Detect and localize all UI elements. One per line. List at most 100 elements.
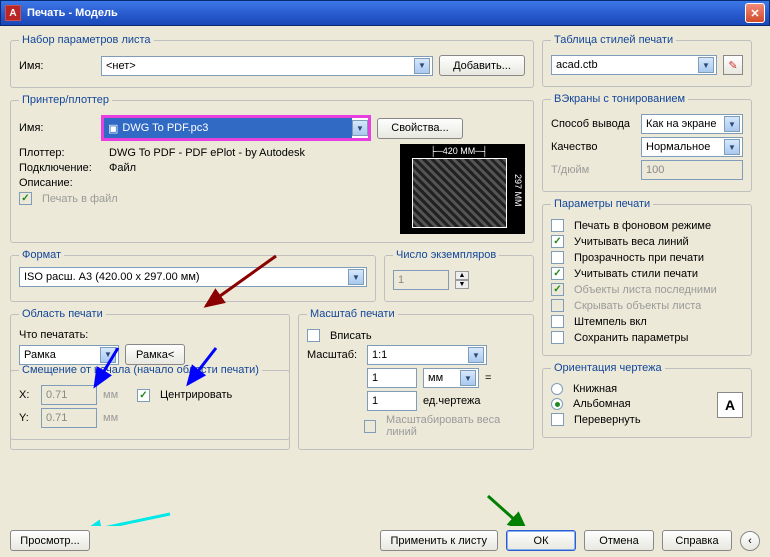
drawing-units-label: ед.чертежа (423, 395, 480, 407)
shaded-viewport-group: ВЭкраны с тонированием Способ вывода Как… (542, 93, 752, 192)
scale-select[interactable]: 1:1 ▼ (367, 345, 487, 365)
port-label: Подключение: (19, 162, 103, 174)
paper-preview: ├─420 MM─┤ 297 MM (400, 144, 525, 234)
fit-to-paper-label: Вписать (330, 330, 372, 342)
scale-unit-select[interactable]: мм▼ (423, 368, 479, 388)
apply-to-layout-button[interactable]: Применить к листу (380, 530, 499, 551)
background-plot-checkbox[interactable] (551, 219, 564, 232)
center-plot-label: Центрировать (160, 389, 232, 401)
save-changes-checkbox[interactable] (551, 331, 564, 344)
cancel-button[interactable]: Отмена (584, 530, 654, 551)
what-to-plot-select[interactable]: Рамка ▼ (19, 345, 119, 365)
add-page-setup-button[interactable]: Добавить... (439, 55, 525, 76)
plot-to-file-checkbox: ✓ (19, 192, 32, 205)
copies-input: 1 (393, 270, 449, 290)
spin-up-icon: ▲ (455, 271, 469, 280)
center-plot-checkbox[interactable]: ✓ (137, 389, 150, 402)
chevron-down-icon: ▼ (698, 57, 714, 73)
chevron-down-icon: ▼ (724, 116, 740, 132)
paper-height-label: 297 MM (513, 174, 523, 207)
plotter-label: Плоттер: (19, 147, 103, 159)
x-offset-input: 0.71 (41, 385, 97, 405)
x-label: X: (19, 389, 35, 401)
orientation-icon: A (717, 392, 743, 418)
chevron-down-icon: ▼ (348, 269, 364, 285)
printer-properties-button[interactable]: Свойства... (377, 118, 463, 139)
shade-mode-label: Способ вывода (551, 118, 635, 130)
transparency-checkbox[interactable] (551, 251, 564, 264)
y-unit-label: мм (103, 412, 131, 424)
plot-options-group: Параметры печати Печать в фоновом режиме… (542, 198, 752, 356)
orientation-legend: Ориентация чертежа (551, 362, 665, 374)
copies-group: Число экземпляров 1 ▲ ▼ (384, 249, 534, 302)
plot-area-legend: Область печати (19, 308, 106, 320)
paper-format-select[interactable]: ISO расш. A3 (420.00 x 297.00 мм) ▼ (19, 267, 367, 287)
plot-to-file-label: Печать в файл (42, 193, 118, 205)
plot-options-legend: Параметры печати (551, 198, 653, 210)
what-to-plot-label: Что печатать: (19, 329, 88, 341)
paper-width-label: ├─420 MM─┤ (430, 146, 488, 156)
quality-label: Качество (551, 141, 635, 153)
upside-down-checkbox[interactable] (551, 413, 564, 426)
hide-objects-checkbox (551, 299, 564, 312)
expand-dialog-button[interactable]: ‹ (740, 531, 760, 551)
chevron-down-icon: ▼ (460, 370, 476, 386)
quality-select[interactable]: Нормальное▼ (641, 137, 743, 157)
description-label: Описание: (19, 177, 103, 189)
chevron-down-icon: ▼ (468, 347, 484, 363)
ok-button[interactable]: ОК (506, 530, 576, 551)
scale-lineweights-checkbox (364, 420, 376, 433)
shaded-viewport-legend: ВЭкраны с тонированием (551, 93, 688, 105)
scale-num-b-input[interactable]: 1 (367, 391, 417, 411)
dpi-input: 100 (641, 160, 743, 180)
plotter-value: DWG To PDF - PDF ePlot - by Autodesk (109, 147, 305, 159)
app-icon: A (5, 5, 21, 21)
fit-to-paper-checkbox[interactable] (307, 329, 320, 342)
scale-lineweights-label: Масштабировать веса линий (386, 414, 525, 438)
stamp-checkbox[interactable] (551, 315, 564, 328)
chevron-down-icon: ▼ (414, 58, 430, 74)
spin-down-icon: ▼ (455, 280, 469, 289)
window-title: Печать - Модель (27, 7, 745, 19)
printer-legend: Принтер/плоттер (19, 94, 112, 106)
orientation-group: Ориентация чертежа Книжная Альбомная Пер… (542, 362, 752, 438)
y-offset-input: 0.71 (41, 408, 97, 428)
plot-style-group: Таблица стилей печати acad.ctb ▼ ✎ (542, 34, 752, 87)
equals-label: = (485, 372, 491, 384)
help-button[interactable]: Справка (662, 530, 732, 551)
chevron-left-icon: ‹ (748, 535, 752, 547)
page-setup-legend: Набор параметров листа (19, 34, 154, 46)
plot-scale-legend: Масштаб печати (307, 308, 398, 320)
window-pick-button[interactable]: Рамка< (125, 344, 185, 365)
paperspace-last-checkbox: ✓ (551, 283, 564, 296)
page-setup-name-select[interactable]: <нет> ▼ (101, 56, 433, 76)
port-value: Файл (109, 162, 136, 174)
close-icon[interactable]: ✕ (745, 3, 765, 23)
edit-style-button[interactable]: ✎ (723, 55, 743, 75)
plot-style-select[interactable]: acad.ctb ▼ (551, 55, 717, 75)
printer-name-select[interactable]: ▣DWG To PDF.pc3 ▼ (101, 115, 371, 141)
plot-styles-checkbox[interactable]: ✓ (551, 267, 564, 280)
dpi-label: Т/дюйм (551, 164, 635, 176)
copies-legend: Число экземпляров (393, 249, 499, 261)
shade-mode-select[interactable]: Как на экране▼ (641, 114, 743, 134)
titlebar: A Печать - Модель ✕ (0, 0, 770, 26)
scale-num-a-input[interactable]: 1 (367, 368, 417, 388)
page-setup-name-label: Имя: (19, 60, 95, 72)
pencil-icon: ✎ (728, 59, 737, 72)
scale-label: Масштаб: (307, 349, 361, 361)
plot-offset-legend: Смещение от начала (начало области печат… (19, 364, 262, 376)
plot-offset-group: Смещение от начала (начало области печат… (10, 364, 290, 440)
preview-button[interactable]: Просмотр... (10, 530, 90, 551)
chevron-down-icon: ▼ (100, 347, 116, 363)
plotter-icon: ▣ (108, 122, 118, 135)
y-label: Y: (19, 412, 35, 424)
page-setup-group: Набор параметров листа Имя: <нет> ▼ Доба… (10, 34, 534, 88)
portrait-radio[interactable] (551, 383, 563, 395)
landscape-radio[interactable] (551, 398, 563, 410)
plot-scale-group: Масштаб печати Вписать Масштаб: 1:1 ▼ 1 … (298, 308, 534, 450)
x-unit-label: мм (103, 389, 131, 401)
chevron-down-icon: ▼ (352, 120, 368, 136)
lineweights-checkbox[interactable]: ✓ (551, 235, 564, 248)
paper-format-group: Формат ISO расш. A3 (420.00 x 297.00 мм)… (10, 249, 376, 302)
